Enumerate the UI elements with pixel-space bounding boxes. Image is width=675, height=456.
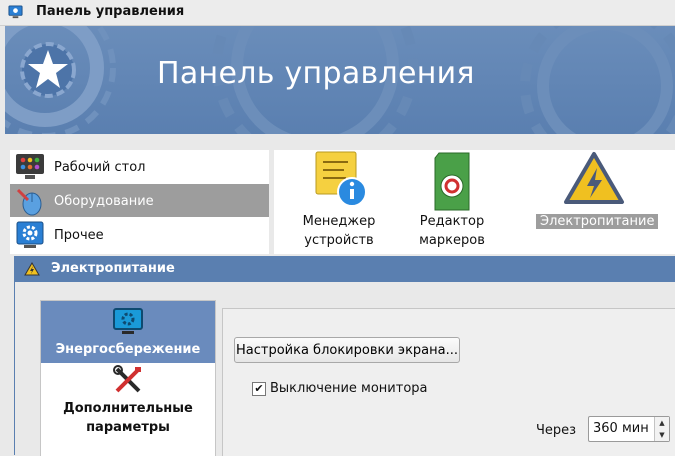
power-warning-icon	[563, 152, 624, 204]
timeout-value[interactable]: 360 мин	[593, 421, 649, 436]
category-label: Прочее	[54, 228, 104, 243]
tools-icon	[113, 365, 141, 393]
settings-sidebar: Энергосбережение Дополнительные параметр…	[40, 300, 216, 456]
side-item-advanced[interactable]: Дополнительные параметры	[41, 365, 215, 455]
desktop-apps-icon	[16, 154, 44, 179]
timeout-spinbox[interactable]: 360 мин ▲ ▼	[588, 416, 670, 442]
monitor-off-label[interactable]: Выключение монитора	[270, 381, 428, 396]
side-item-label: Энергосбережение	[55, 342, 201, 357]
applet-label: устройств	[304, 233, 374, 248]
category-label: Оборудование	[54, 194, 154, 209]
monitor-off-checkbox[interactable]: ✔	[252, 382, 266, 396]
device-manager-icon	[315, 151, 367, 207]
token-editor-icon	[434, 152, 470, 211]
other-gear-icon	[16, 221, 44, 248]
applet-power[interactable]: Электропитание	[536, 150, 659, 231]
spin-buttons: ▲ ▼	[654, 417, 669, 441]
banner-heading: Панель управления	[157, 56, 475, 91]
side-item-label: Дополнительные	[63, 401, 193, 416]
power-warning-icon	[24, 262, 40, 276]
side-item-energy-saving[interactable]: Энергосбережение	[41, 301, 215, 363]
screen-lock-settings-button[interactable]: Настройка блокировки экрана...	[234, 337, 460, 363]
side-item-label: параметры	[86, 420, 170, 435]
spin-up-icon[interactable]: ▲	[655, 417, 669, 429]
applet-device-manager[interactable]: Менеджер устройств	[296, 150, 382, 250]
category-hardware[interactable]: Оборудование	[10, 184, 269, 217]
category-label: Рабочий стол	[54, 160, 146, 175]
category-desktop[interactable]: Рабочий стол	[10, 150, 269, 183]
spin-down-icon[interactable]: ▼	[655, 429, 669, 441]
window-title: Панель управления	[36, 4, 185, 19]
dialog-title-bar: Электропитание	[15, 256, 675, 282]
banner: Панель управления	[5, 26, 675, 134]
applet-label: Менеджер	[302, 214, 376, 229]
applet-label: маркеров	[419, 233, 485, 248]
after-label: Через	[536, 423, 577, 438]
title-bar: Панель управления	[0, 0, 675, 26]
monitor-gear-icon	[113, 308, 143, 334]
category-other[interactable]: Прочее	[10, 218, 269, 251]
monitor-gear-icon	[8, 5, 23, 19]
applet-label: Редактор	[419, 214, 485, 229]
hardware-mouse-icon	[16, 188, 42, 216]
applet-label: Электропитание	[536, 214, 659, 229]
category-list: Рабочий стол Оборудование Прочее	[10, 150, 269, 254]
applet-grid: Менеджер устройств Редактор маркеров Эле…	[274, 150, 675, 254]
applet-token-editor[interactable]: Редактор маркеров	[409, 150, 495, 250]
dialog-title: Электропитание	[51, 261, 175, 276]
star-gear-icon	[20, 42, 76, 98]
